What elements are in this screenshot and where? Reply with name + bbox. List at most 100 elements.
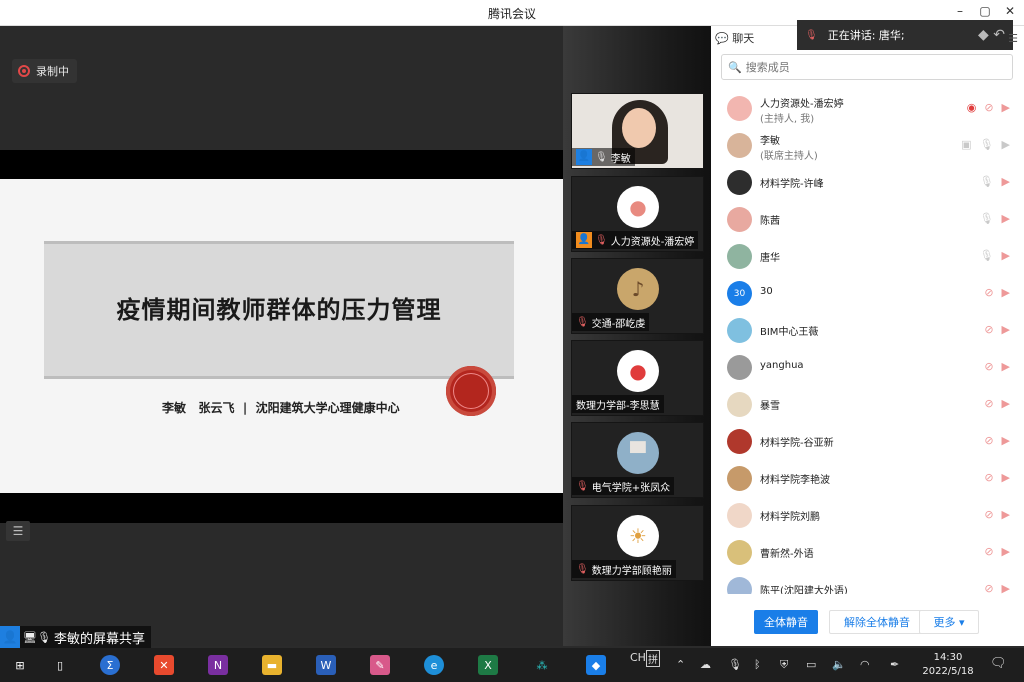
member-list: 人力资源处-潘宏婷 (主持人, 我) ◉ ⊘ ▶ 李敏 (联席主持人) ▣ 🎙 ▶ 材料学院-许峰 🎙… bbox=[711, 90, 1024, 594]
mic-muted-icon[interactable]: ⊘ bbox=[984, 101, 993, 114]
camera-off-icon[interactable]: ▶ bbox=[1002, 397, 1010, 410]
panel-menu-icon[interactable]: ☰ bbox=[1008, 32, 1018, 45]
clock-date: 2022/5/18 bbox=[922, 666, 974, 677]
red-x-app-icon[interactable]: ✕ bbox=[154, 655, 174, 675]
onenote-icon[interactable]: N bbox=[208, 655, 228, 675]
speaker-actions-icon[interactable]: ◆ ↶ bbox=[978, 27, 1005, 43]
mic-muted-icon[interactable]: ⊘ bbox=[984, 323, 993, 336]
taskbar-clock[interactable]: 14:30 2022/5/18 bbox=[918, 651, 978, 679]
language-indicator[interactable]: CH bbox=[630, 651, 646, 664]
member-row[interactable]: 30 30 ⊘ ▶ bbox=[711, 275, 1024, 312]
mic-muted-icon[interactable]: ⊘ bbox=[984, 508, 993, 521]
member-row[interactable]: 曹新然-外语 ⊘ ▶ bbox=[711, 534, 1024, 571]
mic-icon[interactable]: 🎙 bbox=[980, 175, 994, 188]
member-row[interactable]: 暴雪 ⊘ ▶ bbox=[711, 386, 1024, 423]
wifi-icon[interactable]: ◠ bbox=[860, 658, 870, 671]
list-menu-icon[interactable]: ☰ bbox=[6, 521, 30, 541]
video-tile[interactable]: 👤 🎙 李敏 bbox=[571, 93, 704, 169]
member-row[interactable]: 唐华 🎙 ▶ bbox=[711, 238, 1024, 275]
camera-off-icon[interactable]: ▶ bbox=[1002, 175, 1010, 188]
microphone-icon[interactable]: 🎙 bbox=[728, 658, 742, 671]
close-button[interactable]: ✕ bbox=[1000, 4, 1020, 18]
speaking-indicator: 🎙 正在讲话: 唐华; ◆ ↶ bbox=[797, 20, 1013, 50]
battery-icon[interactable]: ▭ bbox=[806, 658, 816, 671]
member-row[interactable]: 陈平(沈阳建大外语) ⊘ ▶ bbox=[711, 571, 1024, 594]
avatar bbox=[727, 466, 752, 491]
camera-off-icon[interactable]: ▶ bbox=[1002, 323, 1010, 336]
mic-muted-icon[interactable]: ⊘ bbox=[984, 582, 993, 594]
member-row[interactable]: 材料学院-谷亚新 ⊘ ▶ bbox=[711, 423, 1024, 460]
camera-off-icon[interactable]: ▶ bbox=[1002, 471, 1010, 484]
mic-muted-icon[interactable]: ⊘ bbox=[984, 471, 993, 484]
pen-icon[interactable]: ✒ bbox=[890, 658, 899, 671]
panel-footer: 全体静音 解除全体静音 更多 ▾ bbox=[711, 610, 1024, 636]
member-controls: 🎙 ▶ bbox=[980, 212, 1010, 225]
camera-off-icon[interactable]: ▶ bbox=[1002, 212, 1010, 225]
member-name: 30 bbox=[760, 286, 773, 297]
member-row[interactable]: yanghua ⊘ ▶ bbox=[711, 349, 1024, 386]
camera-off-icon[interactable]: ▶ bbox=[1002, 101, 1010, 114]
member-controls: ⊘ ▶ bbox=[984, 471, 1010, 484]
member-row[interactable]: 材料学院刘鹏 ⊘ ▶ bbox=[711, 497, 1024, 534]
bluetooth-icon[interactable]: ᛒ bbox=[754, 658, 761, 671]
member-row[interactable]: 材料学院-许峰 🎙 ▶ bbox=[711, 164, 1024, 201]
volume-icon[interactable]: 🔈 bbox=[832, 658, 846, 671]
start-icon[interactable]: ⊞ bbox=[10, 655, 30, 675]
member-row[interactable]: 人力资源处-潘宏婷 (主持人, 我) ◉ ⊘ ▶ bbox=[711, 90, 1024, 127]
camera-off-icon[interactable]: ▶ bbox=[1002, 249, 1010, 262]
mic-muted-icon[interactable]: ⊘ bbox=[984, 434, 993, 447]
mic-muted-icon[interactable]: ⊘ bbox=[984, 360, 993, 373]
member-controls: ⊘ ▶ bbox=[984, 434, 1010, 447]
mute-all-button[interactable]: 全体静音 bbox=[754, 610, 818, 634]
task-view-icon[interactable]: ▯ bbox=[50, 655, 70, 675]
unmute-all-button[interactable]: 解除全体静音 bbox=[829, 610, 925, 634]
camera-icon[interactable]: ▶ bbox=[1002, 138, 1010, 151]
cloud-icon[interactable]: ☁ bbox=[700, 658, 711, 671]
sigma-app-icon[interactable]: Σ bbox=[100, 655, 120, 675]
video-tile[interactable]: ♪ 🎙 交通-邵屹虔 bbox=[571, 258, 704, 334]
panel-header: 💬 聊天 🎙 正在讲话: 唐华; ◆ ↶ ☰ bbox=[711, 20, 1024, 50]
camera-off-icon[interactable]: ▶ bbox=[1002, 434, 1010, 447]
mic-icon[interactable]: 🎙 bbox=[980, 212, 994, 225]
edge-icon[interactable]: e bbox=[424, 655, 444, 675]
mic-muted-icon[interactable]: ⊘ bbox=[984, 397, 993, 410]
mic-muted-icon[interactable]: ⊘ bbox=[984, 286, 993, 299]
member-search[interactable]: 🔍 bbox=[721, 54, 1013, 80]
tencent-meeting-icon[interactable]: ◆ bbox=[586, 655, 606, 675]
mic-icon[interactable]: 🎙 bbox=[980, 249, 994, 262]
video-tile[interactable]: ☀ 🎙 数理力学部顾艳丽 bbox=[571, 505, 704, 581]
letterbox-top bbox=[0, 150, 563, 179]
member-row[interactable]: 陈茜 🎙 ▶ bbox=[711, 201, 1024, 238]
shield-icon[interactable]: ⛨ bbox=[780, 658, 788, 672]
member-row[interactable]: BIM中心王薇 ⊘ ▶ bbox=[711, 312, 1024, 349]
screen-share-icon: ▣ bbox=[961, 138, 972, 151]
camera-off-icon[interactable]: ▶ bbox=[1002, 286, 1010, 299]
ime-indicator[interactable]: 拼 bbox=[646, 650, 660, 667]
notification-icon[interactable]: 🗨 bbox=[990, 656, 1007, 671]
slide-title-banner: 疫情期间教师群体的压力管理 bbox=[44, 241, 514, 379]
chat-tab[interactable]: 💬 聊天 bbox=[715, 30, 754, 46]
member-row[interactable]: 李敏 (联席主持人) ▣ 🎙 ▶ bbox=[711, 127, 1024, 164]
member-name: 曹新然-外语 bbox=[760, 549, 814, 560]
excel-icon[interactable]: X bbox=[478, 655, 498, 675]
file-explorer-icon[interactable]: ▬ bbox=[262, 655, 282, 675]
more-button[interactable]: 更多 ▾ bbox=[919, 610, 979, 634]
mic-icon[interactable]: 🎙 bbox=[980, 138, 994, 151]
paint-icon[interactable]: ✎ bbox=[370, 655, 390, 675]
word-icon[interactable]: W bbox=[316, 655, 336, 675]
mic-muted-icon[interactable]: ⊘ bbox=[984, 545, 993, 558]
video-tile[interactable]: ▀ 🎙 电气学院+张凤众 bbox=[571, 422, 704, 498]
camera-off-icon[interactable]: ▶ bbox=[1002, 545, 1010, 558]
network-app-icon[interactable]: ⁂ bbox=[532, 655, 552, 675]
minimize-button[interactable]: – bbox=[950, 4, 970, 18]
chevron-up-icon[interactable]: ⌃ bbox=[676, 658, 685, 671]
recording-indicator[interactable]: 录制中 bbox=[12, 59, 77, 83]
maximize-button[interactable]: ▢ bbox=[975, 4, 995, 18]
camera-off-icon[interactable]: ▶ bbox=[1002, 508, 1010, 521]
camera-off-icon[interactable]: ▶ bbox=[1002, 360, 1010, 373]
camera-off-icon[interactable]: ▶ bbox=[1002, 582, 1010, 594]
search-input[interactable] bbox=[745, 60, 986, 74]
video-tile[interactable]: ● 数理力学部-李思慧 bbox=[571, 340, 704, 416]
video-tile[interactable]: ● 👤 🎙 人力资源处-潘宏婷 bbox=[571, 176, 704, 252]
member-row[interactable]: 材料学院李艳波 ⊘ ▶ bbox=[711, 460, 1024, 497]
